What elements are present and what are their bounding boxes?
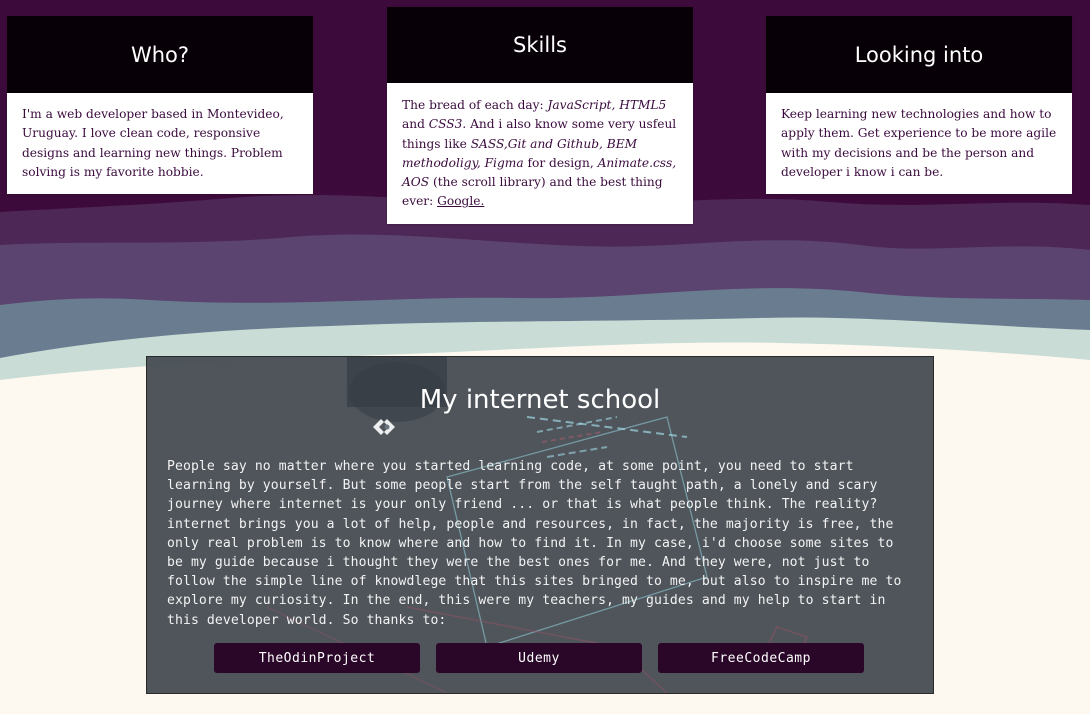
school-title: My internet school [419,385,661,415]
freecodecamp-button[interactable]: FreeCodeCamp [658,643,864,673]
who-card: Who? I'm a web developer based in Montev… [7,16,313,195]
skills-js: JavaScript [547,98,612,112]
school-text: People say no matter where you started l… [167,459,902,628]
udemy-button[interactable]: Udemy [436,643,642,673]
skills-html: HTML5 [619,98,667,112]
looking-into-text: Keep learning new technologies and how t… [781,107,1057,179]
skills-and: and [402,117,429,132]
theodinproject-button[interactable]: TheOdinProject [214,643,420,673]
skills-css: CSS3. [428,117,467,132]
skills-card: Skills The bread of each day: JavaScript… [387,7,693,224]
internet-school-section: My internet school People say no matter … [146,356,934,694]
google-link[interactable]: Google. [437,194,484,208]
skills-text: The bread of each day: JavaScript, HTML5… [387,83,693,224]
skills-for-design: for design, [523,155,598,170]
who-text: I'm a web developer based in Montevideo,… [22,107,284,179]
skills-title: Skills [387,7,693,83]
skills-intro: The bread of each day: [402,98,548,112]
looking-into-title: Looking into [766,16,1072,93]
looking-into-card: Looking into Keep learning new technolog… [766,16,1072,195]
who-title: Who? [7,16,313,93]
